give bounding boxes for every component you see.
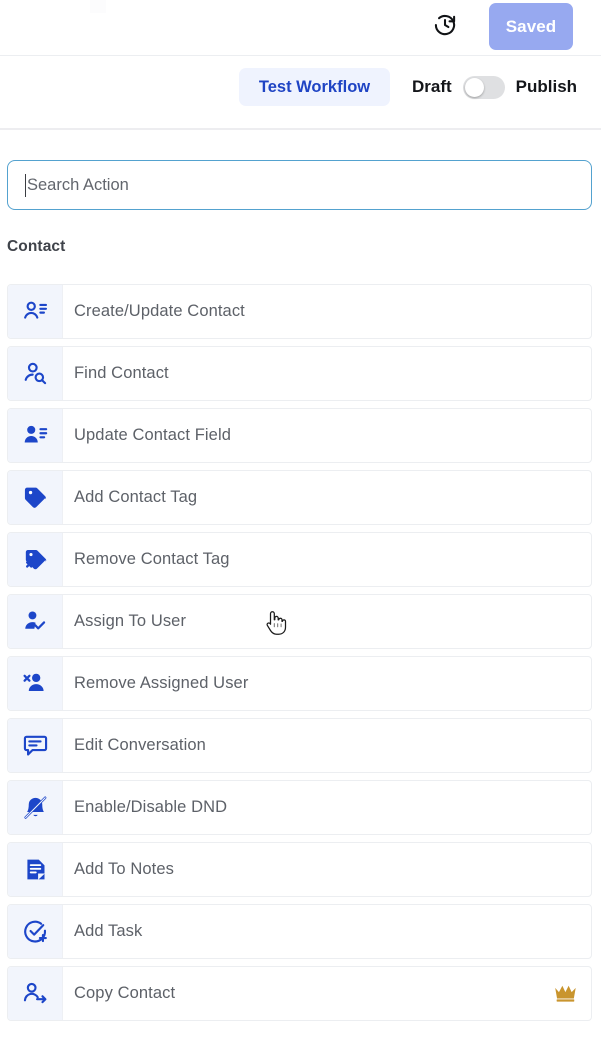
topbar-ghost-element [90, 0, 106, 13]
publish-toggle[interactable] [462, 75, 505, 99]
action-row-label: Update Contact Field [74, 426, 232, 444]
action-row-label: Add To Notes [74, 860, 174, 878]
person-lines-filled-icon [8, 409, 63, 462]
action-row[interactable]: Assign To User [7, 594, 592, 649]
bell-slash-icon [8, 781, 63, 834]
action-row-label: Find Contact [74, 364, 169, 382]
action-row[interactable]: Add Contact Tag [7, 470, 592, 525]
saved-button-label: Saved [505, 16, 557, 36]
tag-icon [8, 471, 63, 524]
publish-toggle-group: Draft Publish [412, 75, 577, 99]
action-row-label: Remove Contact Tag [74, 550, 230, 568]
test-workflow-label: Test Workflow [258, 77, 371, 96]
action-row[interactable]: Update Contact Field [7, 408, 592, 463]
action-row[interactable]: Find Contact [7, 346, 592, 401]
action-row-label: Edit Conversation [74, 736, 206, 754]
person-search-icon [8, 347, 63, 400]
action-list: Create/Update Contact Find Contact Update … [7, 284, 592, 1028]
note-icon [8, 843, 63, 896]
person-check-icon [8, 595, 63, 648]
test-workflow-button[interactable]: Test Workflow [239, 68, 390, 106]
action-row-label: Create/Update Contact [74, 302, 245, 320]
workflow-action-picker: Saved Test Workflow Draft Publish Contac… [0, 0, 601, 1047]
draft-label: Draft [412, 77, 452, 96]
action-row-label: Remove Assigned User [74, 674, 249, 692]
search-input[interactable] [7, 160, 592, 210]
action-row-label: Assign To User [74, 612, 187, 630]
header-divider [0, 129, 601, 130]
section-title-contact: Contact [7, 238, 66, 255]
publish-label: Publish [515, 77, 578, 96]
search-action-field [7, 160, 592, 210]
action-row-label: Add Contact Tag [74, 488, 198, 506]
history-clock-icon[interactable] [430, 10, 460, 40]
check-circle-plus-icon [8, 905, 63, 958]
action-row[interactable]: Edit Conversation [7, 718, 592, 773]
crown-icon [539, 967, 591, 1020]
chat-edit-icon [8, 719, 63, 772]
top-bar: Saved [0, 0, 601, 56]
saved-button[interactable]: Saved [489, 3, 573, 50]
action-row-label: Copy Contact [74, 984, 176, 1002]
person-arrow-icon [8, 967, 63, 1020]
action-row[interactable]: Add Task [7, 904, 592, 959]
action-row[interactable]: Add To Notes [7, 842, 592, 897]
action-row[interactable]: Remove Assigned User [7, 656, 592, 711]
person-lines-outline-icon [8, 285, 63, 338]
text-caret [25, 174, 27, 197]
action-row-label: Add Task [74, 922, 143, 940]
action-row[interactable]: Create/Update Contact [7, 284, 592, 339]
toggle-knob [464, 77, 484, 97]
action-row[interactable]: Enable/Disable DND [7, 780, 592, 835]
person-remove-icon [8, 657, 63, 710]
action-row[interactable]: Copy Contact [7, 966, 592, 1021]
tag-remove-icon [8, 533, 63, 586]
action-row[interactable]: Remove Contact Tag [7, 532, 592, 587]
action-row-label: Enable/Disable DND [74, 798, 228, 816]
